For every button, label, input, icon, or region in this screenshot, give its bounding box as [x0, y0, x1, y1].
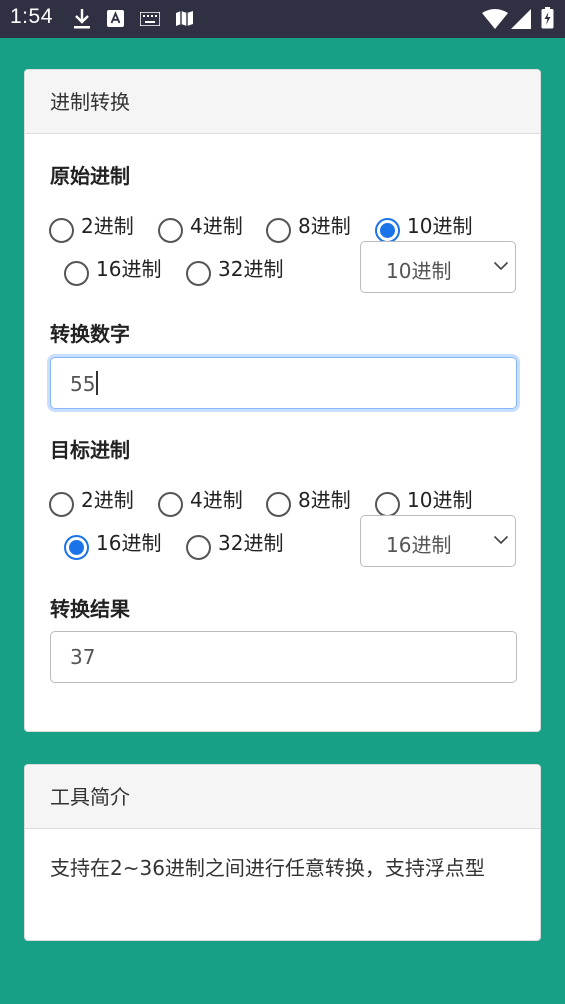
signal-icon	[511, 9, 531, 29]
status-time: 1:54	[10, 5, 53, 28]
keyboard-icon	[140, 12, 160, 26]
source-radio-10[interactable]: 10进制	[375, 212, 472, 243]
target-select-value: 16进制	[386, 533, 452, 557]
target-radio-16[interactable]: 16进制	[64, 529, 161, 560]
source-radio-32[interactable]: 32进制	[186, 255, 283, 286]
source-radio-2[interactable]: 2进制	[49, 212, 134, 243]
target-radio-32[interactable]: 32进制	[186, 529, 283, 560]
radio-circle	[375, 491, 400, 517]
chevron-down-icon	[493, 261, 509, 271]
intro-description: 支持在2~36进制之间进行任意转换，支持浮点型	[50, 856, 485, 880]
source-radio-4[interactable]: 4进制	[158, 212, 243, 243]
status-bar: 1:54	[0, 0, 565, 38]
font-icon	[107, 10, 124, 27]
intro-title: 工具简介	[25, 765, 540, 829]
map-icon	[176, 11, 193, 26]
radio-circle	[49, 217, 74, 243]
source-base-select[interactable]: 10进制	[360, 241, 516, 293]
radio-circle	[158, 491, 183, 517]
text-caret	[96, 371, 98, 395]
target-radio-4[interactable]: 4进制	[158, 486, 243, 517]
target-base-select[interactable]: 16进制	[360, 515, 516, 567]
wifi-icon	[482, 9, 508, 29]
converter-title: 进制转换	[25, 70, 540, 134]
source-base-heading: 原始进制	[50, 164, 130, 188]
download-icon	[74, 9, 90, 29]
radio-circle	[375, 217, 400, 243]
input-heading: 转换数字	[50, 322, 130, 346]
target-radio-2[interactable]: 2进制	[49, 486, 134, 517]
radio-circle	[186, 260, 211, 286]
radio-circle	[266, 491, 291, 517]
battery-icon	[541, 7, 554, 29]
chevron-down-icon	[493, 535, 509, 545]
result-value: 37	[70, 645, 96, 669]
intro-card: 工具简介 支持在2~36进制之间进行任意转换，支持浮点型	[24, 764, 541, 941]
target-radio-10[interactable]: 10进制	[375, 486, 472, 517]
radio-circle	[49, 491, 74, 517]
source-radio-8[interactable]: 8进制	[266, 212, 351, 243]
number-input-value: 55	[70, 371, 98, 396]
radio-circle	[158, 217, 183, 243]
target-radio-8[interactable]: 8进制	[266, 486, 351, 517]
number-input[interactable]: 55	[50, 357, 517, 409]
radio-circle	[64, 534, 89, 560]
source-select-value: 10进制	[386, 259, 452, 283]
radio-circle	[186, 534, 211, 560]
result-output[interactable]: 37	[50, 631, 517, 683]
result-heading: 转换结果	[50, 597, 130, 621]
converter-card: 进制转换 原始进制 2进制 4进制 8进制 10进制 16进制 32进制 10进…	[24, 69, 541, 732]
radio-circle	[266, 217, 291, 243]
source-radio-16[interactable]: 16进制	[64, 255, 161, 286]
target-base-heading: 目标进制	[50, 438, 130, 462]
radio-circle	[64, 260, 89, 286]
